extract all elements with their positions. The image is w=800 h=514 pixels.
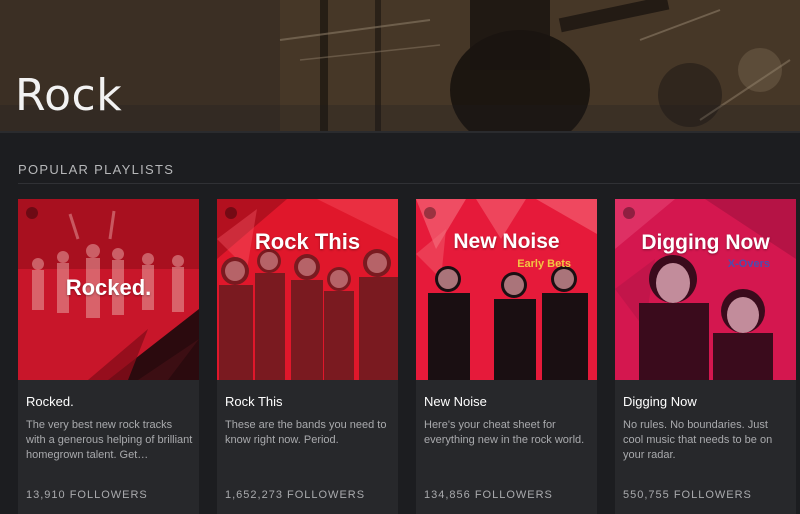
playlist-followers: 550,755 FOLLOWERS [623,489,752,501]
spotify-logo-icon [26,207,38,219]
playlist-followers: 134,856 FOLLOWERS [424,489,553,501]
spotify-logo-icon [424,207,436,219]
playlist-name[interactable]: Rocked. [26,394,74,409]
playlist-followers: 1,652,273 FOLLOWERS [225,489,366,501]
cover-subtitle: X-Overs [727,258,770,270]
playlist-cover[interactable]: Rock This [217,199,398,380]
playlist-cover[interactable]: New Noise Early Bets [416,199,597,380]
cover-title: Digging Now [641,231,770,254]
playlist-cover[interactable]: Digging Now X-Overs [615,199,796,380]
playlist-card-new-noise[interactable]: New Noise Early Bets New Noise Here's yo… [416,199,597,514]
playlist-card-rock-this[interactable]: Rock This Rock This These are the bands … [217,199,398,514]
cover-title: New Noise [453,230,560,253]
playlist-description: Here's your cheat sheet for everything n… [424,419,585,446]
playlist-description: These are the bands you need to know rig… [225,419,387,446]
playlist-followers: 13,910 FOLLOWERS [26,489,148,501]
playlist-name[interactable]: New Noise [424,394,487,409]
playlist-name[interactable]: Rock This [225,394,283,409]
hero-banner: Rock [0,0,800,131]
cover-title: Rock This [254,229,361,254]
cover-subtitle: Early Bets [517,258,571,270]
section-title: POPULAR PLAYLISTS [18,162,175,177]
playlist-cover[interactable]: Rocked. [18,199,199,380]
spotify-logo-icon [225,207,237,219]
playlist-name[interactable]: Digging Now [623,394,697,409]
cover-title: Rocked. [65,275,152,300]
spotify-logo-icon [623,207,635,219]
playlist-description: No rules. No boundaries. Just cool music… [623,419,773,461]
playlist-card-rocked[interactable]: Rocked. Rocked. The very best new rock t… [18,199,199,514]
section-divider [18,183,800,184]
playlist-description: The very best new rock tracks with a gen… [26,419,193,461]
hero-divider [0,131,800,133]
page-title: Rock [15,70,123,121]
playlist-card-digging-now[interactable]: Digging Now X-Overs Digging Now No rules… [615,199,796,514]
